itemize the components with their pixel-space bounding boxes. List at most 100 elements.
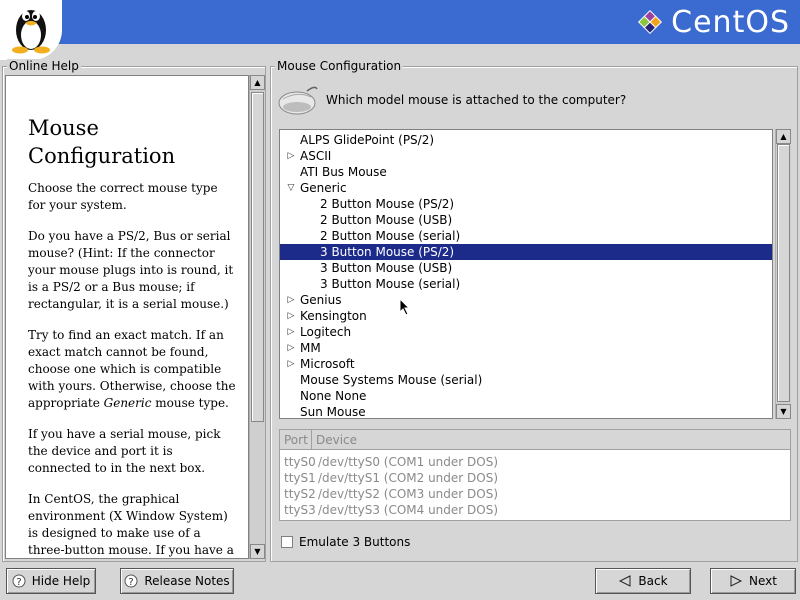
- help-frame-title: Online Help: [7, 59, 81, 73]
- tree-item-label: 3 Button Mouse (serial): [320, 277, 461, 291]
- help-title-line1: Mouse: [28, 116, 99, 140]
- help-paragraph: Try to find an exact match. If an exact …: [28, 328, 236, 410]
- tree-item[interactable]: ATI Bus Mouse: [280, 164, 772, 180]
- hide-help-button[interactable]: ? Hide Help: [6, 568, 96, 594]
- tree-item[interactable]: ▷ Logitech: [280, 324, 772, 340]
- device-column-header[interactable]: Device: [312, 430, 790, 450]
- tree-item-label: 3 Button Mouse (PS/2): [320, 245, 455, 259]
- tree-item[interactable]: ▷ Microsoft: [280, 356, 772, 372]
- help-icon: ?: [124, 574, 138, 588]
- tree-item[interactable]: 2 Button Mouse (serial): [280, 228, 772, 244]
- port-cell: ttyS2: [284, 487, 316, 501]
- tree-item-label: Microsoft: [300, 357, 355, 371]
- port-column-header[interactable]: Port: [280, 430, 312, 450]
- header-bar: CentOS: [0, 0, 800, 60]
- checkbox-icon[interactable]: [281, 536, 293, 548]
- mouse-configuration-panel: Mouse Configuration Which model mouse is…: [270, 59, 798, 562]
- next-arrow-icon: [729, 575, 743, 587]
- emulate-3-buttons-checkbox[interactable]: Emulate 3 Buttons: [281, 535, 410, 549]
- expander-collapsed-icon[interactable]: ▷: [286, 340, 296, 356]
- device-cell: /dev/ttyS2 (COM3 under DOS): [318, 487, 499, 501]
- tree-item-label: 2 Button Mouse (PS/2): [320, 197, 455, 211]
- help-icon: ?: [12, 574, 26, 588]
- next-button[interactable]: Next: [710, 568, 796, 594]
- centos-logo-icon: [638, 9, 663, 35]
- tree-item[interactable]: Sun Mouse: [280, 404, 772, 419]
- tree-item-label: Mouse Systems Mouse (serial): [300, 373, 483, 387]
- tree-item[interactable]: ▷ ASCII: [280, 148, 772, 164]
- device-cell: /dev/ttyS3 (COM4 under DOS): [318, 503, 499, 517]
- help-content: Mouse Configuration Choose the correct m…: [5, 75, 249, 559]
- expander-collapsed-icon[interactable]: ▷: [286, 356, 296, 372]
- tree-item-label: 3 Button Mouse (USB): [320, 261, 453, 275]
- scroll-thumb[interactable]: [777, 144, 790, 402]
- tree-item[interactable]: ▷ MM: [280, 340, 772, 356]
- tree-item[interactable]: ▷ Kensington: [280, 308, 772, 324]
- tree-item-label: 2 Button Mouse (USB): [320, 213, 453, 227]
- release-notes-button[interactable]: ? Release Notes: [120, 568, 234, 594]
- config-frame-title: Mouse Configuration: [275, 59, 404, 73]
- tree-item-label: Sun Mouse: [300, 405, 366, 419]
- tree-item[interactable]: 3 Button Mouse (serial): [280, 276, 772, 292]
- svg-text:?: ?: [16, 577, 21, 588]
- scroll-up-icon[interactable]: ▲: [250, 75, 265, 90]
- next-label: Next: [749, 574, 777, 588]
- tree-item-label: Genius: [300, 293, 342, 307]
- tree-item[interactable]: Mouse Systems Mouse (serial): [280, 372, 772, 388]
- port-cell: ttyS0: [284, 455, 316, 469]
- tree-item[interactable]: None None: [280, 388, 772, 404]
- svg-text:?: ?: [129, 577, 134, 588]
- back-label: Back: [638, 574, 668, 588]
- expander-collapsed-icon[interactable]: ▷: [286, 308, 296, 324]
- tree-item[interactable]: 3 Button Mouse (PS/2): [280, 244, 772, 260]
- help-paragraph: Choose the correct mouse type for your s…: [28, 181, 218, 212]
- tree-item-label: Kensington: [300, 309, 367, 323]
- tree-item[interactable]: ALPS GlidePoint (PS/2): [280, 132, 772, 148]
- mouse-prompt: Which model mouse is attached to the com…: [326, 93, 627, 107]
- port-cell: ttyS3: [284, 503, 316, 517]
- mouse-icon: [278, 86, 318, 115]
- expander-collapsed-icon[interactable]: ▷: [286, 148, 296, 164]
- mouse-cursor-icon: [399, 298, 411, 316]
- tree-item[interactable]: 2 Button Mouse (USB): [280, 212, 772, 228]
- scroll-up-icon[interactable]: ▲: [776, 129, 791, 144]
- help-title-line2: Configuration: [28, 144, 176, 168]
- tree-item-label: None None: [300, 389, 367, 403]
- tree-item-label: MM: [300, 341, 321, 355]
- tux-logo: [0, 0, 62, 60]
- hide-help-label: Hide Help: [31, 574, 91, 588]
- tree-item-label: Logitech: [300, 325, 352, 339]
- tree-item-label: ALPS GlidePoint (PS/2): [300, 133, 435, 147]
- device-cell: /dev/ttyS1 (COM2 under DOS): [318, 471, 499, 485]
- tree-item-label: ATI Bus Mouse: [300, 165, 387, 179]
- help-paragraph: If you have a serial mouse, pick the dev…: [28, 427, 221, 475]
- release-notes-label: Release Notes: [144, 574, 230, 588]
- mouse-model-tree[interactable]: ALPS GlidePoint (PS/2) ▷ ASCII ATI Bus Mous…: [279, 129, 773, 419]
- back-button[interactable]: Back: [595, 568, 691, 594]
- expander-expanded-icon[interactable]: ▽: [286, 180, 296, 196]
- tree-item[interactable]: 3 Button Mouse (USB): [280, 260, 772, 276]
- scroll-down-icon[interactable]: ▼: [250, 544, 265, 559]
- tree-scrollbar[interactable]: ▲ ▼: [775, 129, 791, 419]
- port-device-table[interactable]: Port Device ttyS0/dev/ttyS0 (COM1 under …: [279, 429, 791, 521]
- tree-item[interactable]: ▽ Generic: [280, 180, 772, 196]
- tree-item-label: 2 Button Mouse (serial): [320, 229, 461, 243]
- help-paragraph: In CentOS, the graphical environment (X …: [28, 492, 234, 557]
- help-paragraph: Do you have a PS/2, Bus or serial mouse?…: [28, 229, 234, 311]
- port-cell: ttyS1: [284, 471, 316, 485]
- emulate-label: Emulate 3 Buttons: [299, 535, 411, 549]
- centos-brand: CentOS: [633, 4, 790, 40]
- expander-collapsed-icon[interactable]: ▷: [286, 292, 296, 308]
- tree-item[interactable]: ▷ Genius: [280, 292, 772, 308]
- help-scrollbar[interactable]: ▲ ▼: [249, 75, 265, 559]
- tree-item-label: Generic: [300, 181, 347, 195]
- back-arrow-icon: [618, 575, 632, 587]
- brand-name: CentOS: [671, 4, 790, 40]
- port-table-header: Port Device: [280, 430, 790, 450]
- scroll-thumb[interactable]: [251, 92, 264, 422]
- tree-item-label: ASCII: [300, 149, 332, 163]
- expander-collapsed-icon[interactable]: ▷: [286, 324, 296, 340]
- scroll-down-icon[interactable]: ▼: [776, 404, 791, 419]
- tree-item[interactable]: 2 Button Mouse (PS/2): [280, 196, 772, 212]
- online-help-panel: Online Help Mouse Configuration Choose t…: [2, 59, 266, 562]
